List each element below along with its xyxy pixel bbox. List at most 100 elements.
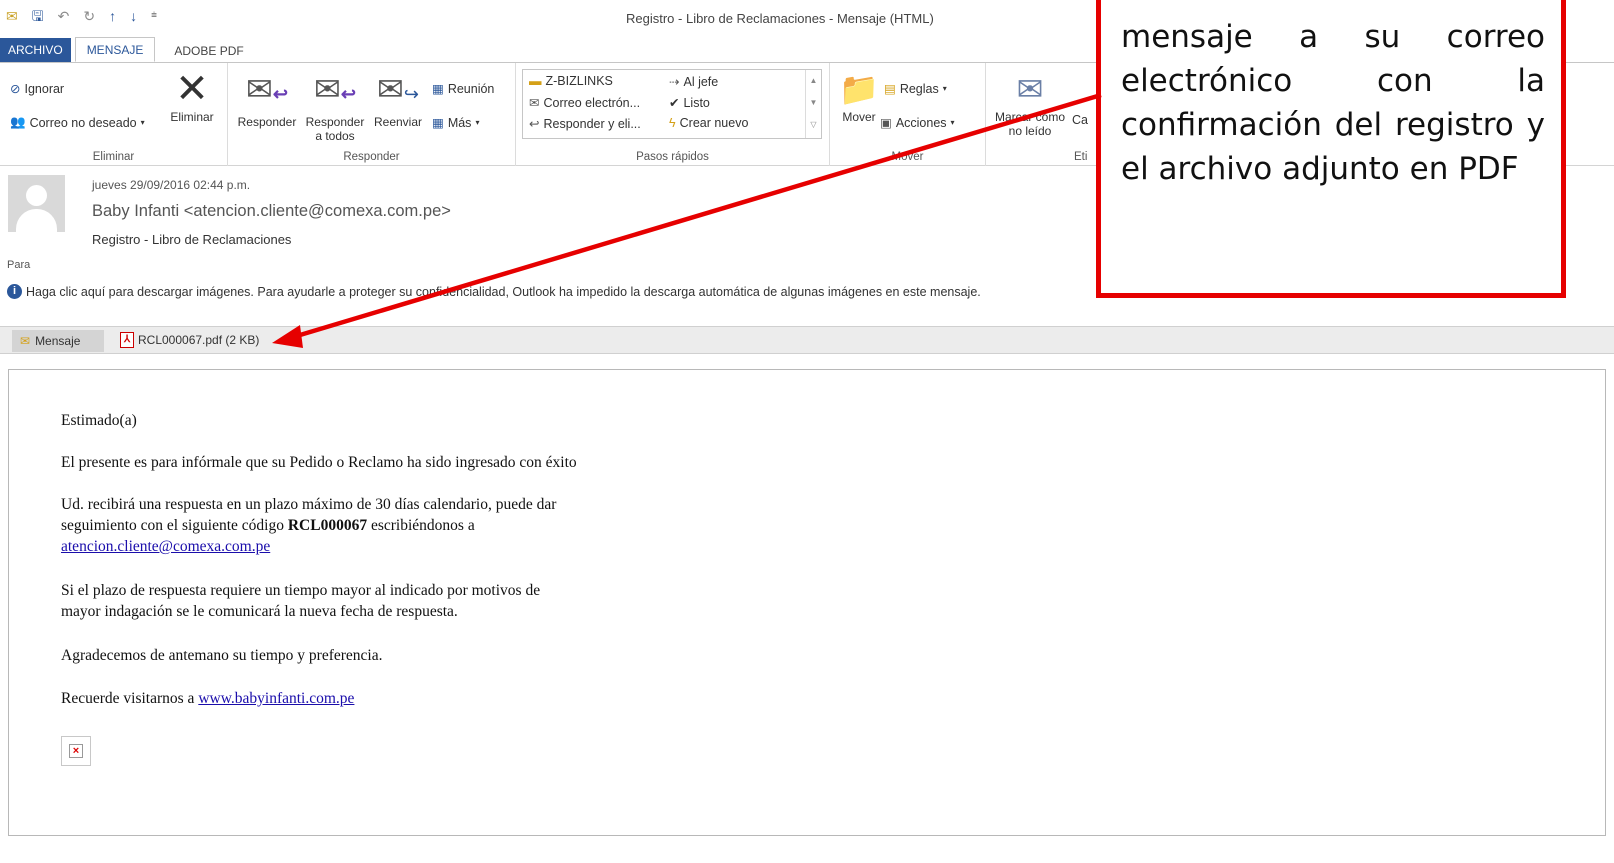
unread-mail-icon: ✉ bbox=[1016, 71, 1044, 107]
reply-button[interactable]: ✉↩ Responder bbox=[234, 71, 300, 129]
delete-button[interactable]: ✕ Eliminar bbox=[165, 67, 219, 124]
more-button[interactable]: ▦ Más ▾ bbox=[432, 115, 480, 131]
quick-step-item[interactable]: ↩ Responder y eli... bbox=[529, 116, 641, 132]
ignore-button[interactable]: ⊘ Ignorar bbox=[10, 81, 65, 97]
junk-button[interactable]: 👥 Correo no deseado ▾ bbox=[10, 115, 145, 130]
group-respond: ✉↩ Responder ✉↩ Responder a todos ✉↪ Ree… bbox=[228, 63, 516, 166]
meeting-icon: ▦ bbox=[432, 82, 444, 96]
meeting-label: Reunión bbox=[447, 81, 495, 96]
actions-button[interactable]: ▣ Acciones ▾ bbox=[880, 115, 955, 131]
subject: Registro - Libro de Reclamaciones bbox=[92, 232, 292, 247]
group-label: Eliminar bbox=[92, 151, 135, 163]
tracking-code: RCL000067 bbox=[287, 517, 368, 534]
mark-unread-label-1: Marcar como bbox=[994, 110, 1065, 124]
body-line: Ud. recibirá una respuesta en un plazo m… bbox=[61, 496, 557, 513]
save-icon[interactable]: 🖫 bbox=[32, 7, 44, 25]
website-link[interactable]: www.babyinfanti.com.pe bbox=[198, 690, 354, 707]
info-icon: i bbox=[7, 284, 22, 299]
chevron-down-icon: ▾ bbox=[140, 118, 145, 127]
pdf-icon: ⅄ bbox=[120, 332, 134, 348]
body-text: Recuerde visitarnos a bbox=[61, 690, 199, 707]
body-line: Si el plazo de respuesta requiere un tie… bbox=[61, 582, 541, 599]
move-folder-icon: 📁 bbox=[839, 71, 879, 107]
reply-all-button[interactable]: ✉↩ Responder a todos bbox=[302, 71, 368, 143]
infobar-text: Haga clic aquí para descargar imágenes. … bbox=[26, 284, 981, 299]
chevron-down-icon: ▾ bbox=[475, 118, 480, 127]
reply-all-icon: ✉↩ bbox=[314, 71, 356, 107]
to-label: Para bbox=[7, 259, 31, 271]
annotation-callout: mensaje a su correo electrónico con la c… bbox=[1096, 0, 1566, 298]
window-title: Registro - Libro de Reclamaciones - Mens… bbox=[626, 11, 934, 26]
attachment-label: RCL000067.pdf (2 KB) bbox=[138, 333, 260, 347]
delete-icon: ✕ bbox=[175, 67, 209, 111]
group-label: Eti bbox=[1074, 151, 1088, 163]
sent-date: jueves 29/09/2016 02:44 p.m. bbox=[92, 178, 251, 192]
up-icon[interactable]: ↑ bbox=[109, 7, 116, 25]
expand-icon[interactable]: ▽ bbox=[806, 114, 821, 136]
rules-icon: ▤ bbox=[884, 82, 896, 96]
message-tab-label: Mensaje bbox=[35, 334, 81, 348]
lightning-icon: ϟ bbox=[669, 116, 676, 130]
more-icon: ▦ bbox=[432, 116, 444, 130]
check-icon: ✔ bbox=[669, 96, 680, 110]
rules-button[interactable]: ▤ Reglas ▾ bbox=[884, 81, 947, 97]
gallery-scrollbar[interactable]: ▲ ▼ ▽ bbox=[805, 70, 821, 138]
actions-label: Acciones bbox=[895, 115, 947, 130]
quick-step-item[interactable]: ✔ Listo bbox=[669, 95, 710, 111]
scroll-up-icon[interactable]: ▲ bbox=[806, 70, 821, 92]
mark-unread-button[interactable]: ✉ Marcar como no leído bbox=[988, 71, 1072, 138]
rules-label: Reglas bbox=[899, 81, 939, 96]
tab-message[interactable]: MENSAJE bbox=[74, 37, 156, 62]
reply-all-label-2: a todos bbox=[315, 129, 355, 143]
download-images-infobar[interactable]: i Haga clic aquí para descargar imágenes… bbox=[7, 284, 981, 299]
categorize-button[interactable]: Ca bbox=[1072, 113, 1088, 127]
tab-adobe-pdf[interactable]: ADOBE PDF bbox=[163, 39, 254, 62]
body-line: seguimiento con el siguiente código RCL0… bbox=[61, 515, 475, 536]
redo-icon[interactable]: ↻ bbox=[83, 7, 95, 25]
categorize-label: Ca bbox=[1072, 113, 1088, 127]
attachment-bar: ✉ Mensaje ⅄ RCL000067.pdf (2 KB) bbox=[0, 326, 1614, 354]
chevron-down-icon: ▾ bbox=[950, 118, 955, 127]
email-link[interactable]: atencion.cliente@comexa.com.pe bbox=[61, 538, 270, 555]
forward-mail-icon: ⇢ bbox=[669, 75, 680, 89]
person-icon bbox=[26, 185, 47, 206]
ignore-label: Ignorar bbox=[24, 81, 65, 96]
mail-icon: ✉ bbox=[20, 334, 31, 348]
down-icon[interactable]: ↓ bbox=[130, 7, 137, 25]
ignore-icon: ⊘ bbox=[10, 82, 21, 96]
person-body bbox=[16, 209, 57, 232]
avatar bbox=[8, 175, 65, 232]
reply-icon: ✉↩ bbox=[246, 71, 288, 107]
group-label: Responder bbox=[343, 151, 400, 163]
scroll-down-icon[interactable]: ▼ bbox=[806, 92, 821, 114]
actions-icon: ▣ bbox=[880, 116, 892, 130]
move-button[interactable]: 📁 Mover bbox=[834, 71, 884, 124]
quick-steps-gallery: ▬ Z-BIZLINKS ⇢ Al jefe ✉ Correo electrón… bbox=[522, 69, 822, 139]
broken-image-icon: × bbox=[61, 736, 91, 766]
junk-icon: 👥 bbox=[10, 115, 26, 129]
quick-step-label: Responder y eli... bbox=[543, 116, 641, 131]
junk-label: Correo no deseado bbox=[29, 115, 137, 130]
pdf-attachment[interactable]: ⅄ RCL000067.pdf (2 KB) bbox=[120, 332, 259, 348]
mark-unread-label-2: no leído bbox=[1008, 124, 1052, 138]
message-tab[interactable]: ✉ Mensaje bbox=[12, 330, 104, 352]
tab-file[interactable]: ARCHIVO bbox=[0, 38, 71, 62]
group-move: 📁 Mover ▤ Reglas ▾ ▣ Acciones ▾ Mover bbox=[830, 63, 986, 166]
sender[interactable]: Baby Infanti <atencion.cliente@comexa.co… bbox=[92, 202, 451, 221]
customize-icon[interactable]: ⩧ bbox=[151, 7, 157, 25]
body-text: seguimiento con el siguiente código bbox=[61, 517, 288, 534]
message-body: Estimado(a) El presente es para infórmal… bbox=[8, 369, 1606, 836]
reply-delete-icon: ↩ bbox=[529, 117, 540, 131]
forward-button[interactable]: ✉↪ Reenviar bbox=[368, 71, 428, 129]
forward-icon: ✉↪ bbox=[377, 71, 419, 107]
body-line: Recuerde visitarnos a www.babyinfanti.co… bbox=[61, 688, 354, 709]
group-delete: ⊘ Ignorar 👥 Correo no deseado ▾ ✕ Elimin… bbox=[0, 63, 228, 166]
undo-icon[interactable]: ↶ bbox=[58, 7, 70, 25]
quick-step-item[interactable]: ▬ Z-BIZLINKS bbox=[529, 74, 613, 88]
quick-step-item[interactable]: ϟ Crear nuevo bbox=[669, 116, 748, 130]
quick-step-item[interactable]: ⇢ Al jefe bbox=[669, 74, 718, 90]
quick-step-item[interactable]: ✉ Correo electrón... bbox=[529, 95, 640, 111]
group-label: Mover bbox=[891, 151, 924, 163]
meeting-button[interactable]: ▦ Reunión bbox=[432, 81, 495, 97]
body-line: El presente es para infórmale que su Ped… bbox=[61, 454, 577, 471]
